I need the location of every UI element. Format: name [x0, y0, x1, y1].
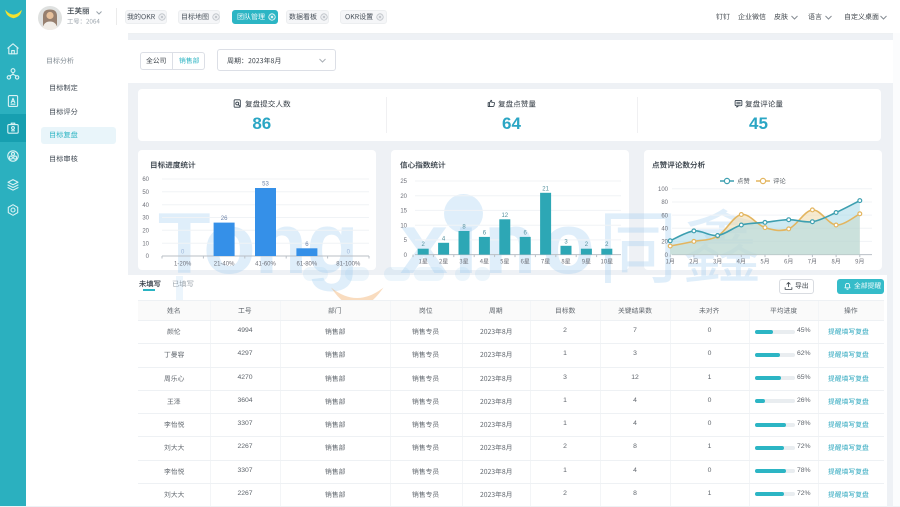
svg-text:61-80%: 61-80%: [297, 262, 318, 268]
svg-text:2: 2: [585, 242, 589, 248]
svg-text:20: 20: [400, 194, 407, 200]
svg-text:30: 30: [142, 216, 149, 222]
svg-text:6: 6: [524, 230, 528, 236]
svg-text:0: 0: [404, 253, 408, 259]
svg-text:40: 40: [142, 203, 149, 209]
svg-text:60: 60: [142, 177, 149, 183]
svg-text:2: 2: [422, 242, 426, 248]
svg-text:25: 25: [400, 179, 407, 185]
svg-text:21-40%: 21-40%: [214, 262, 235, 268]
svg-text:4: 4: [442, 236, 446, 242]
svg-text:6: 6: [483, 230, 487, 236]
svg-text:15: 15: [400, 209, 407, 215]
svg-text:81-100%: 81-100%: [336, 262, 361, 268]
svg-text:26: 26: [221, 216, 228, 222]
svg-text:53: 53: [262, 182, 269, 188]
svg-text:0: 0: [146, 254, 150, 260]
svg-text:5: 5: [404, 238, 408, 244]
svg-text:20: 20: [142, 229, 149, 235]
svg-text:0: 0: [181, 250, 185, 256]
svg-text:80: 80: [661, 200, 668, 206]
svg-text:100: 100: [658, 187, 669, 193]
svg-text:21: 21: [542, 186, 549, 192]
svg-text:40: 40: [661, 227, 668, 233]
svg-text:41-60%: 41-60%: [255, 262, 276, 268]
svg-text:20: 20: [661, 240, 668, 246]
svg-text:1-20%: 1-20%: [174, 262, 192, 268]
svg-text:10: 10: [400, 223, 407, 229]
svg-text:0: 0: [347, 250, 351, 256]
svg-text:0: 0: [665, 253, 669, 259]
svg-text:2: 2: [605, 242, 609, 248]
svg-text:60: 60: [661, 213, 668, 219]
svg-text:50: 50: [142, 190, 149, 196]
svg-text:12: 12: [501, 213, 508, 219]
svg-text:10: 10: [142, 241, 149, 247]
